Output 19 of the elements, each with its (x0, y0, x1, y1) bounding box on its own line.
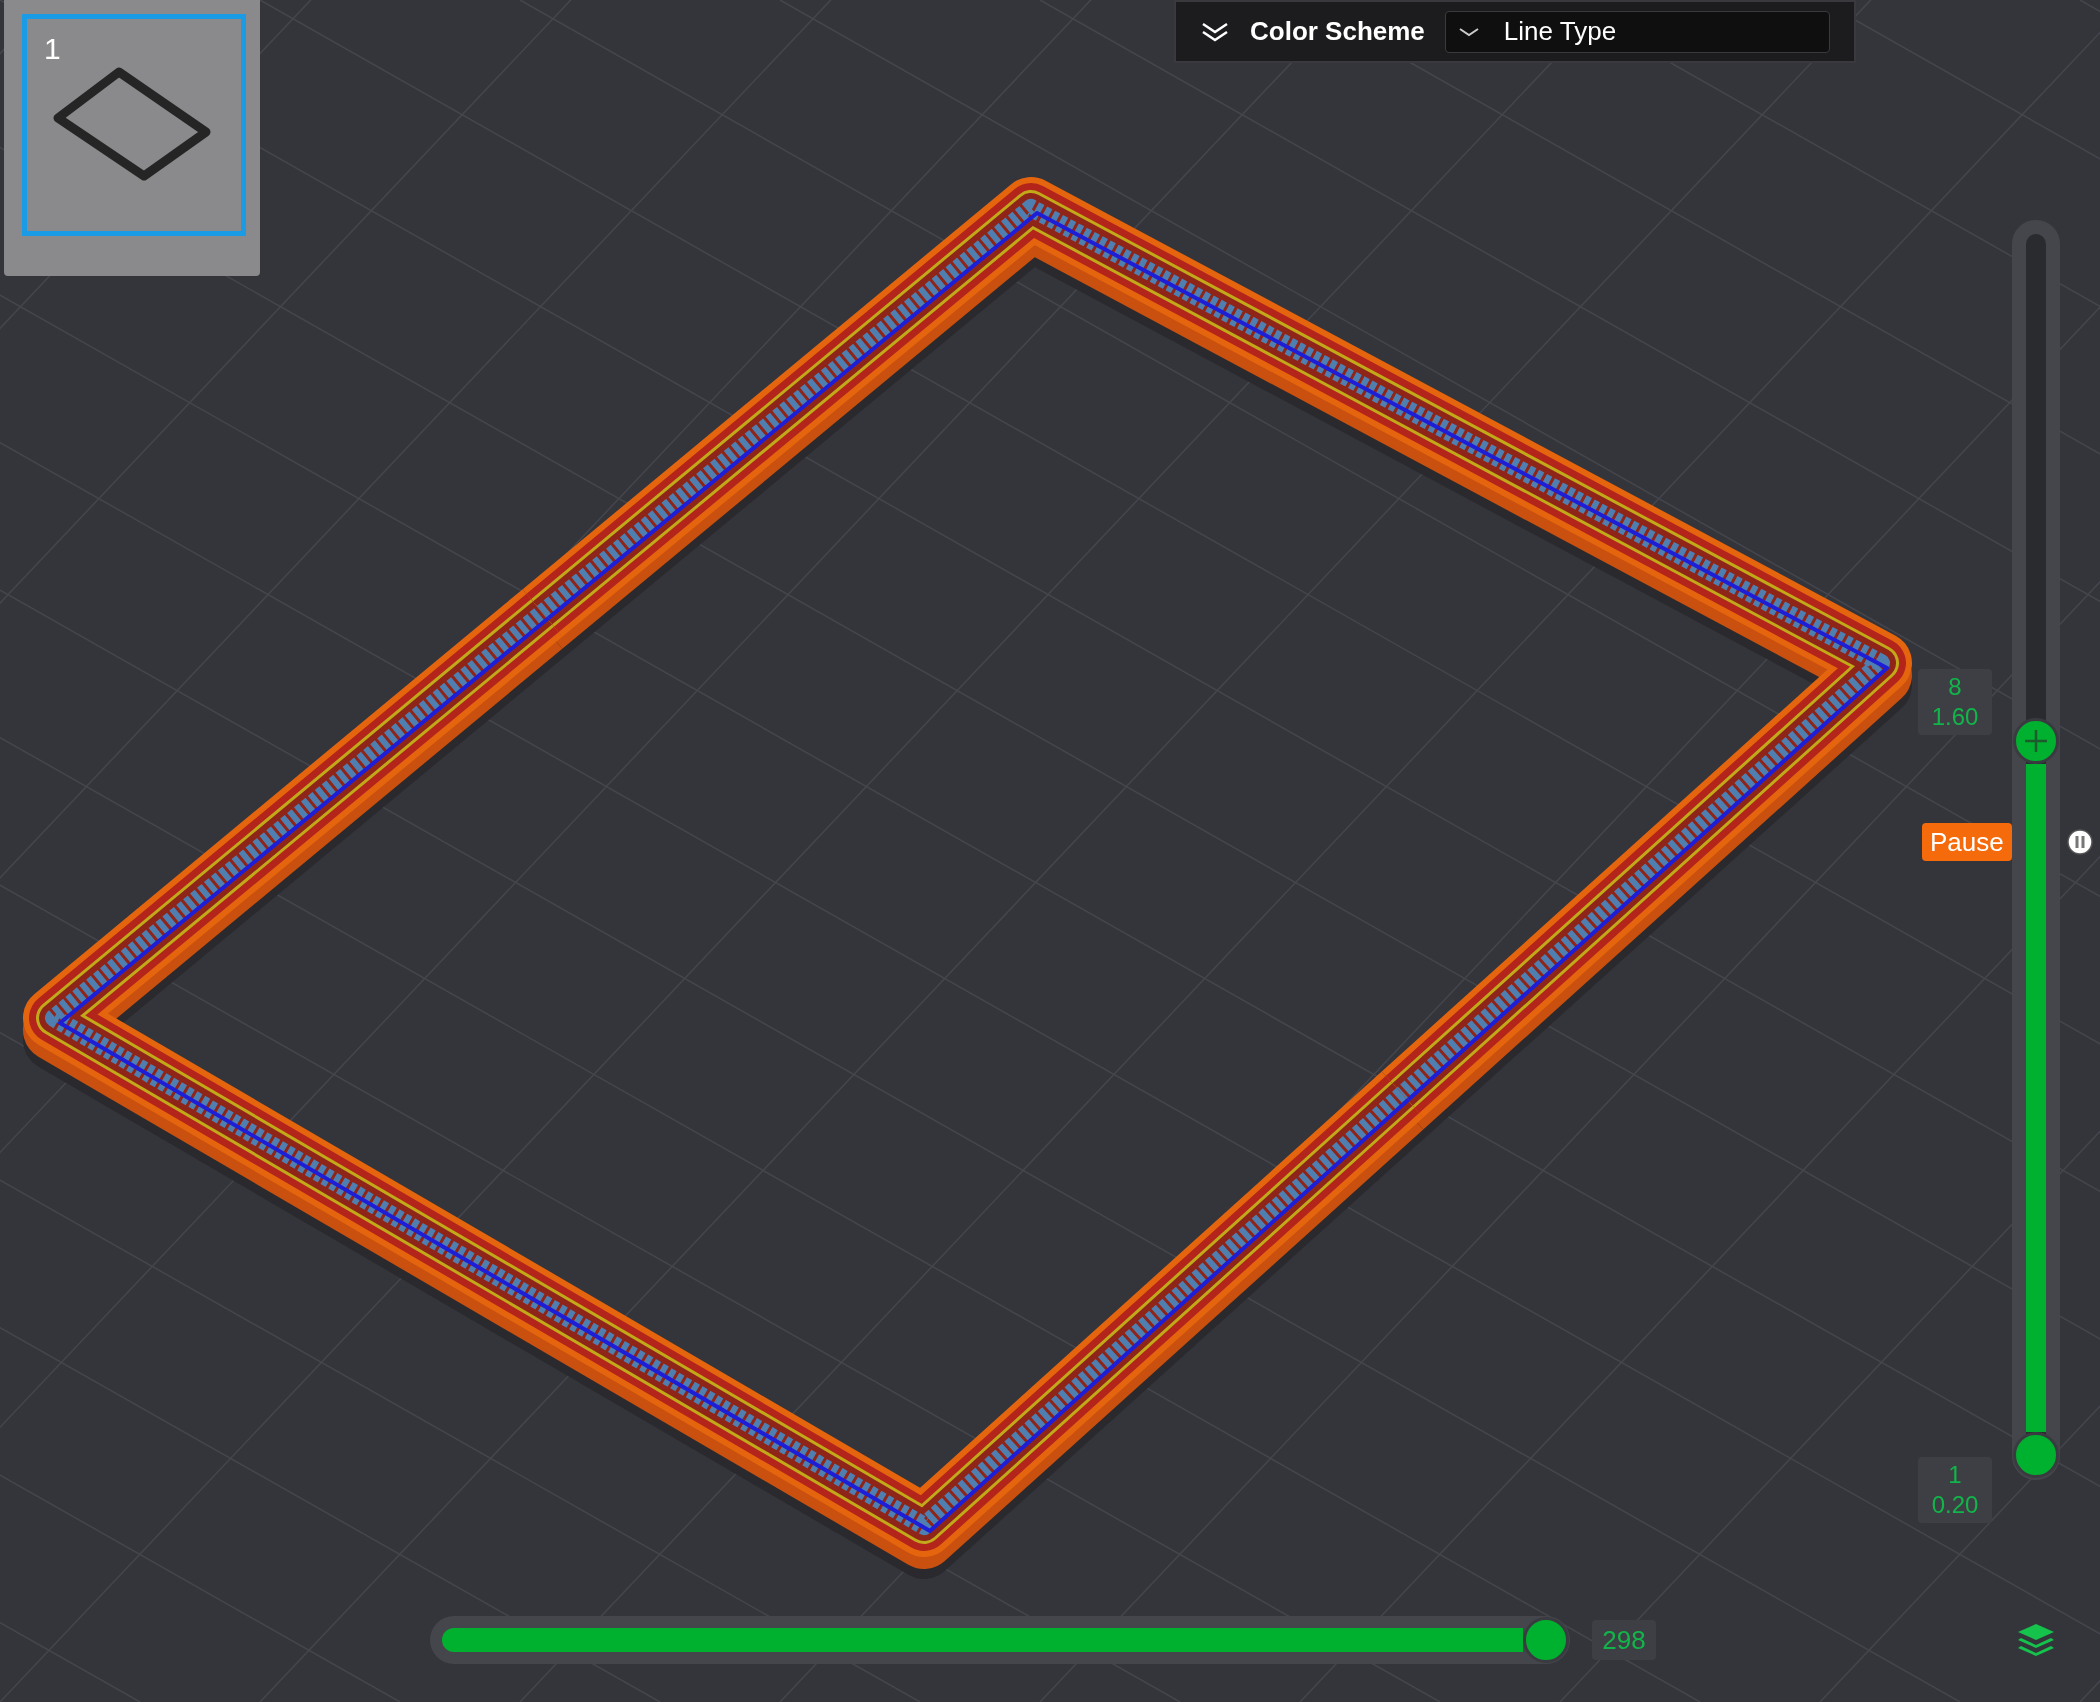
plate-number: 1 (44, 34, 61, 64)
move-slider-track[interactable] (430, 1616, 1570, 1664)
plate-thumbnail[interactable]: 1 (4, 0, 260, 276)
layer-height: 0.20 (1931, 1490, 1979, 1520)
pause-tag[interactable]: Pause (1922, 823, 2012, 861)
layer-number: 1 (1948, 1460, 1962, 1490)
layer-slider-track[interactable] (2012, 220, 2060, 1480)
color-scheme-label: Color Scheme (1250, 15, 1425, 48)
model-outline-icon (52, 66, 212, 182)
layer-height: 1.60 (1931, 702, 1979, 733)
layer-number: 8 (1948, 672, 1962, 703)
chevron-down-icon (1457, 25, 1480, 38)
move-slider-thumb[interactable] (1523, 1617, 1569, 1663)
line-type-dropdown[interactable]: Line Type (1444, 10, 1830, 53)
upper-layer-thumb[interactable] (2013, 718, 2059, 765)
lower-layer-thumb[interactable] (2013, 1432, 2059, 1478)
plus-icon (2023, 728, 2049, 755)
move-step-label: 298 (1592, 1620, 1656, 1660)
pause-icon[interactable] (2066, 828, 2094, 856)
